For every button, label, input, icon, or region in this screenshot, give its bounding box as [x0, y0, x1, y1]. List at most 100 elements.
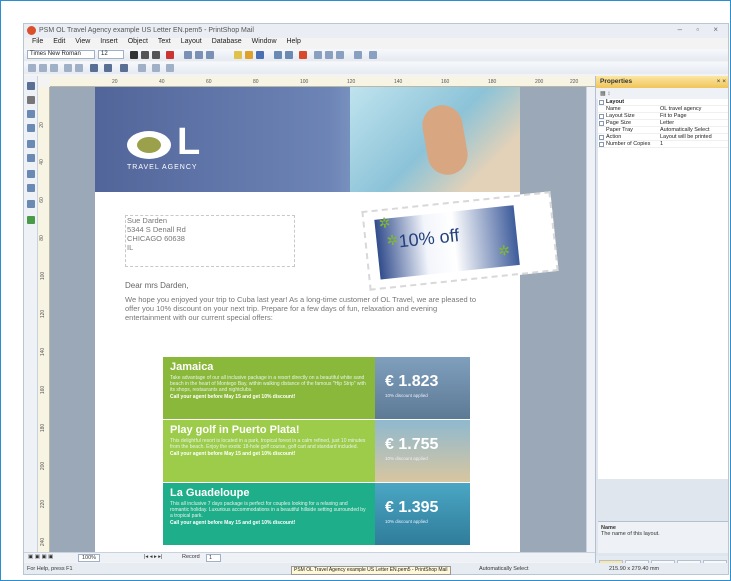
close-icon[interactable]: × × — [717, 78, 726, 85]
pointer-tool-icon[interactable] — [27, 82, 35, 90]
property-group[interactable]: Layout — [598, 99, 728, 106]
line-style-icon[interactable] — [90, 64, 98, 72]
toolbar-icon[interactable] — [138, 64, 146, 72]
open-icon[interactable] — [245, 51, 253, 59]
header-banner[interactable]: L TRAVEL AGENCY — [95, 87, 520, 192]
property-value[interactable]: Automatically Select — [660, 127, 710, 133]
property-row[interactable]: Layout Size Fit to Page — [598, 113, 728, 120]
menu-object[interactable]: Object — [128, 38, 148, 45]
save-icon[interactable] — [256, 51, 264, 59]
document-canvas[interactable]: L TRAVEL AGENCY Sue Darden 5344 S Denall… — [50, 87, 586, 552]
property-row[interactable]: Paper Tray Automatically Select — [598, 127, 728, 134]
discount-stamp[interactable]: 10% off ✲ ✲ ✲ — [361, 191, 559, 291]
undo-icon[interactable] — [354, 51, 362, 59]
ruler-label: 80 — [38, 235, 45, 241]
property-value[interactable]: OL travel agency — [660, 106, 701, 112]
property-value[interactable]: Layout will be printed — [660, 134, 712, 140]
window-controls[interactable]: – ▫ × — [678, 25, 724, 34]
menu-help[interactable]: Help — [286, 38, 300, 45]
image-tool-icon[interactable] — [27, 154, 35, 162]
offer-guadeloupe[interactable]: La Guadeloupe This all inclusive 7 days … — [163, 483, 470, 545]
italic-icon[interactable] — [141, 51, 149, 59]
ruler-label: 140 — [40, 347, 47, 357]
zoom-select[interactable]: 100% — [78, 554, 101, 562]
shape-tool-icon[interactable] — [27, 184, 35, 192]
align-left-icon[interactable] — [184, 51, 192, 59]
property-row[interactable]: Action Layout will be printed — [598, 134, 728, 141]
copy-icon[interactable] — [325, 51, 333, 59]
menu-insert[interactable]: Insert — [100, 38, 118, 45]
font-select[interactable]: Times New Roman — [27, 50, 95, 59]
chart-tool-icon[interactable] — [27, 216, 35, 224]
property-value[interactable]: Letter — [660, 120, 674, 126]
sort-icon[interactable]: ▦ ↕ — [600, 91, 610, 97]
new-icon[interactable] — [234, 51, 242, 59]
ruler-label: 220 — [570, 79, 579, 85]
navigation-bar: ▣ ▣ ▣ ▣ 100% |◂ ◂ ▸ ▸| Record 1 — [24, 552, 595, 562]
property-value[interactable]: 1 — [660, 141, 663, 147]
expand-icon[interactable] — [599, 142, 604, 147]
body-text[interactable]: We hope you enjoyed your trip to Cuba la… — [125, 295, 480, 322]
menu-text[interactable]: Text — [158, 38, 171, 45]
toolbar-icon[interactable] — [64, 64, 72, 72]
redo-icon[interactable] — [369, 51, 377, 59]
document-page[interactable]: L TRAVEL AGENCY Sue Darden 5344 S Denall… — [95, 87, 559, 552]
toolbar-icon[interactable] — [75, 64, 83, 72]
view-buttons[interactable]: ▣ ▣ ▣ ▣ — [28, 554, 53, 560]
title-bar: PSM OL Travel Agency example US Letter E… — [24, 24, 728, 38]
underline-icon[interactable] — [152, 51, 160, 59]
hand-graphic — [419, 102, 471, 178]
property-row[interactable]: Name OL travel agency — [598, 106, 728, 113]
star-icon: ✲ — [377, 214, 392, 232]
offer-cta: Call your agent before May 15 and get 10… — [170, 520, 296, 526]
menu-window[interactable]: Window — [252, 38, 277, 45]
greeting-text[interactable]: Dear mrs Darden, — [125, 281, 189, 290]
merge-icon[interactable] — [299, 51, 307, 59]
menu-view[interactable]: View — [75, 38, 90, 45]
rect-tool-icon[interactable] — [27, 140, 35, 148]
record-input[interactable]: 1 — [206, 554, 222, 562]
zoom-tool-icon[interactable] — [27, 110, 35, 118]
bold-icon[interactable] — [130, 51, 138, 59]
record-nav-icon[interactable]: |◂ ◂ ▸ ▸| — [144, 554, 163, 560]
line-tool-icon[interactable] — [27, 124, 35, 132]
barcode-tool-icon[interactable] — [27, 170, 35, 178]
address-block[interactable]: Sue Darden 5344 S Denall Rd CHICAGO 6063… — [125, 215, 295, 267]
cut-icon[interactable] — [314, 51, 322, 59]
toolbar-icon[interactable] — [166, 64, 174, 72]
table-tool-icon[interactable] — [27, 200, 35, 208]
property-row[interactable]: Page Size Letter — [598, 120, 728, 127]
menu-layout[interactable]: Layout — [181, 38, 202, 45]
offer-note: 10% discount applied — [385, 456, 428, 461]
align-right-icon[interactable] — [206, 51, 214, 59]
preview-icon[interactable] — [285, 51, 293, 59]
print-icon[interactable] — [274, 51, 282, 59]
menu-file[interactable]: File — [32, 38, 43, 45]
expand-icon[interactable] — [599, 114, 604, 119]
fill-icon[interactable] — [120, 64, 128, 72]
toolbar-icon[interactable] — [39, 64, 47, 72]
offer-puerto-plata[interactable]: Play golf in Puerto Plata! This delightf… — [163, 420, 470, 482]
menu-database[interactable]: Database — [212, 38, 242, 45]
beach-image[interactable] — [350, 87, 520, 192]
size-select[interactable]: 12 — [98, 50, 124, 59]
expand-icon[interactable] — [599, 135, 604, 140]
toolbar-icon[interactable] — [50, 64, 58, 72]
line-width-icon[interactable] — [104, 64, 112, 72]
offer-image: € 1.755 10% discount applied — [375, 420, 470, 482]
text-tool-icon[interactable] — [27, 96, 35, 104]
paste-icon[interactable] — [336, 51, 344, 59]
toolbar-icon[interactable] — [28, 64, 36, 72]
align-center-icon[interactable] — [195, 51, 203, 59]
font-color-icon[interactable] — [166, 51, 174, 59]
vertical-scrollbar[interactable] — [586, 87, 595, 552]
property-value[interactable]: Fit to Page — [660, 113, 687, 119]
menu-edit[interactable]: Edit — [53, 38, 65, 45]
expand-icon[interactable] — [599, 121, 604, 126]
offer-jamaica[interactable]: Jamaica Take advantage of our all inclus… — [163, 357, 470, 419]
collapse-icon[interactable] — [599, 100, 604, 105]
toolbar-icon[interactable] — [152, 64, 160, 72]
app-logo-icon — [27, 26, 36, 35]
agency-label: TRAVEL AGENCY — [127, 164, 198, 171]
property-row[interactable]: Number of Copies 1 — [598, 141, 728, 148]
